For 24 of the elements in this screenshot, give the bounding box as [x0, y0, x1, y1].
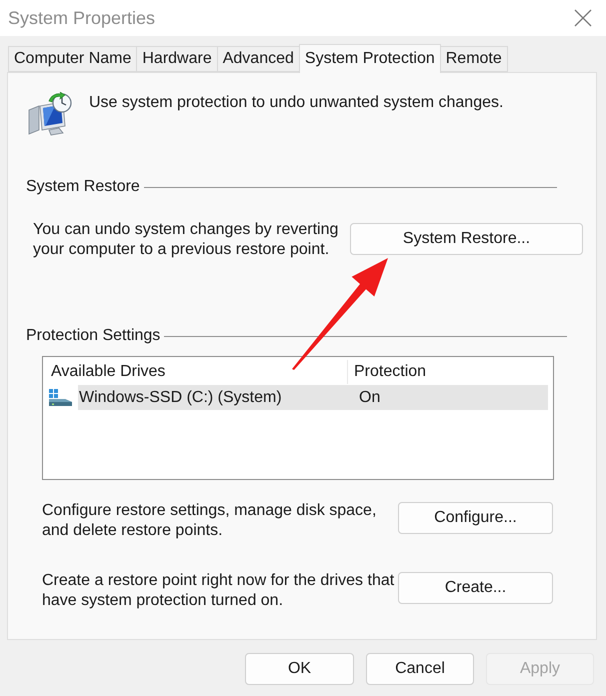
table-cell-text: On	[358, 388, 382, 408]
action-button[interactable]: Configure...	[398, 502, 553, 534]
intro-text: Use system protection to undo unwanted system changes.	[89, 93, 504, 113]
computer-clock-icon	[27, 92, 73, 136]
drive-row[interactable]: Windows-SSD (C:) (System) On	[78, 385, 548, 410]
system-restore-button[interactable]: System Restore...	[350, 223, 583, 255]
group-heading: Protection Settings	[26, 326, 160, 346]
description-text: You can undo system changes by reverting your computer to a previous restore point.	[33, 220, 340, 260]
tab[interactable]: Advanced	[216, 46, 300, 72]
dialog-button[interactable]: Cancel	[366, 653, 474, 685]
tab[interactable]: Computer Name	[8, 46, 138, 72]
tab[interactable]: System Protection	[298, 44, 441, 73]
table-cell-text: Windows-SSD (C:) (System)	[78, 388, 283, 408]
description-text: Configure restore settings, manage disk space, and delete restore points.	[42, 501, 378, 541]
drive-icon	[49, 388, 73, 406]
tab[interactable]: Remote	[440, 46, 508, 72]
group-heading: System Restore	[26, 177, 140, 197]
description-text: Create a restore point right now for the drives that have system protection turned on.	[42, 571, 396, 611]
dialog-button[interactable]: OK	[245, 653, 354, 685]
window-title: System Properties	[8, 7, 156, 29]
action-button[interactable]: Create...	[398, 572, 553, 604]
close-icon[interactable]	[574, 9, 592, 27]
tab[interactable]: Hardware	[136, 46, 218, 72]
column-header[interactable]: Protection	[348, 360, 548, 384]
